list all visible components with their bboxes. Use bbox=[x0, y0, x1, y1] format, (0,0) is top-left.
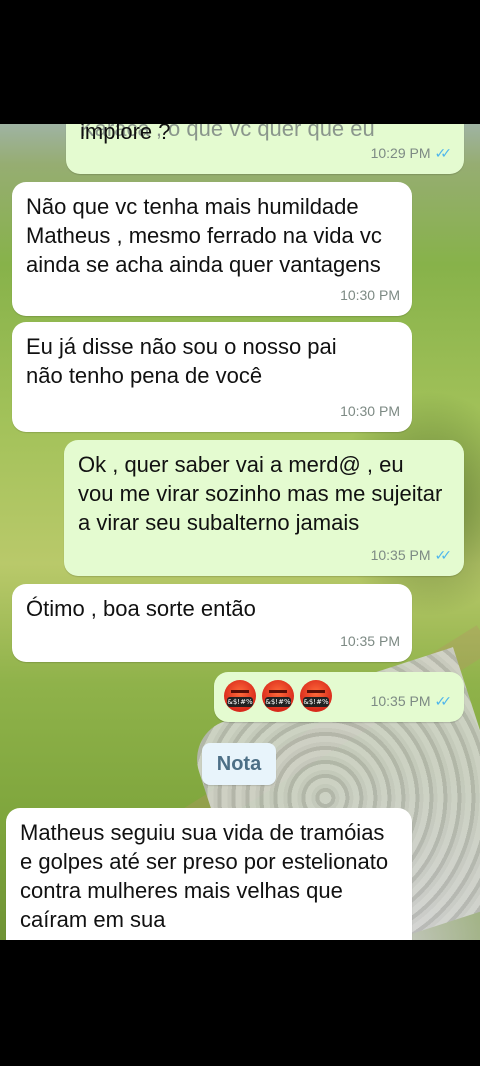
message-outgoing-emoji[interactable]: &$!#% &$!#% &$!#% 10:35 PM ✓✓ bbox=[214, 672, 464, 722]
face-with-symbols-on-mouth-icon: &$!#% bbox=[224, 680, 256, 713]
face-with-symbols-on-mouth-icon: &$!#% bbox=[300, 680, 332, 713]
message-text: Matheus seguiu sua vida de tramóias e go… bbox=[20, 820, 389, 932]
message-time: 10:29 PM bbox=[370, 145, 431, 161]
message-time: 10:35 PM bbox=[340, 633, 400, 649]
message-text: Não que vc tenha mais humildade Matheus … bbox=[26, 194, 382, 277]
chat-area: Karaca , o que vc quer que eu implore ? … bbox=[0, 124, 480, 940]
top-black-bar bbox=[0, 0, 480, 124]
face-with-symbols-on-mouth-icon: &$!#% bbox=[262, 680, 294, 713]
message-text: Eu já disse não sou o nosso pai não tenh… bbox=[26, 334, 337, 388]
message-time: 10:30 PM bbox=[340, 287, 400, 303]
message-time: 10:35 PM bbox=[370, 693, 431, 709]
message-text: implore ? bbox=[80, 124, 171, 144]
message-meta: 10:30 PM bbox=[340, 397, 400, 426]
message-meta: 10:35 PM bbox=[340, 627, 400, 656]
message-incoming[interactable]: Ótimo , boa sorte então 10:35 PM bbox=[12, 584, 412, 662]
message-outgoing[interactable]: Karaca , o que vc quer que eu implore ? … bbox=[66, 124, 464, 174]
double-check-icon: ✓✓ bbox=[434, 693, 453, 709]
double-check-icon: ✓✓ bbox=[434, 547, 453, 563]
message-incoming[interactable]: Não que vc tenha mais humildade Matheus … bbox=[12, 182, 412, 316]
message-time: 10:35 PM bbox=[370, 547, 431, 563]
message-time: 10:30 PM bbox=[340, 403, 400, 419]
message-outgoing[interactable]: Ok , quer saber vai a merd@ , eu vou me … bbox=[64, 440, 464, 576]
message-text: Ótimo , boa sorte então bbox=[26, 596, 256, 621]
message-meta: 10:35 PM ✓✓ bbox=[370, 541, 453, 570]
message-meta: 10:35 PM ✓✓ bbox=[370, 687, 453, 716]
message-text: Ok , quer saber vai a merd@ , eu vou me … bbox=[78, 452, 443, 535]
note-label: Nota bbox=[202, 743, 276, 785]
double-check-icon: ✓✓ bbox=[434, 145, 453, 161]
message-meta: 10:29 PM ✓✓ bbox=[370, 139, 453, 168]
message-incoming[interactable]: Eu já disse não sou o nosso pai não tenh… bbox=[12, 322, 412, 432]
note-message[interactable]: Matheus seguiu sua vida de tramóias e go… bbox=[6, 808, 412, 940]
message-meta: 10:30 PM bbox=[340, 281, 400, 310]
